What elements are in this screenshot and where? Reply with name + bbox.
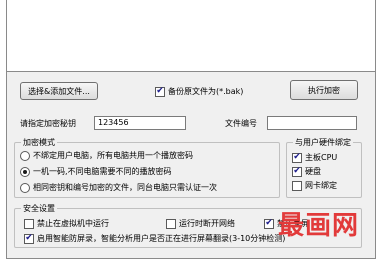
hardware-bind-title: 与用户硬件绑定 <box>293 137 353 148</box>
bind-disk-check-box[interactable]: ✔ <box>292 166 302 177</box>
password-label: 请指定加密秘钥 <box>20 119 76 128</box>
bind-nic-checkbox[interactable]: 网卡绑定 <box>292 180 337 191</box>
no-network-label: 运行时断开网络 <box>179 219 235 228</box>
no-vm-checkbox[interactable]: 禁止在虚拟机中运行 <box>24 218 109 229</box>
no-vm-check-box[interactable] <box>24 218 34 229</box>
bind-cpu-checkbox[interactable]: ✔ 主板CPU <box>292 152 337 163</box>
no-network-checkbox[interactable]: 运行时断开网络 <box>166 218 235 229</box>
password-field[interactable]: 123456 <box>94 116 186 130</box>
bind-disk-checkbox[interactable]: ✔ 硬盘 <box>292 166 321 177</box>
mode-option-label: 一机一码,不同电脑需要不同的播放密码 <box>33 167 172 176</box>
file-number-label: 文件编号 <box>225 119 257 128</box>
window-blank-area <box>6 0 376 72</box>
smart-anti-record-check-box[interactable]: ✔ <box>24 233 34 244</box>
mode-option-same-key[interactable]: 相同密钥和编号加密的文件，同台电脑只需认证一次 <box>20 182 217 193</box>
file-number-field[interactable] <box>267 116 357 130</box>
backup-checkbox[interactable]: ✔ 备份原文件为(*.bak) <box>155 86 243 97</box>
bind-item-label: 硬盘 <box>305 167 321 176</box>
mode-radio-shared[interactable] <box>20 150 30 161</box>
mode-option-shared[interactable]: 不绑定用户电脑，所有电脑共用一个播放密码 <box>20 150 193 161</box>
bind-item-label: 主板CPU <box>305 153 338 162</box>
extra-security-check-box[interactable]: ✔ <box>264 218 274 229</box>
no-vm-label: 禁止在虚拟机中运行 <box>37 219 109 228</box>
mode-option-per-machine[interactable]: 一机一码,不同电脑需要不同的播放密码 <box>20 166 172 177</box>
no-network-check-box[interactable] <box>166 218 176 229</box>
mode-radio-same-key[interactable] <box>20 182 30 193</box>
mode-radio-per-machine[interactable] <box>20 166 30 177</box>
mode-option-label: 相同密钥和编号加密的文件，同台电脑只需认证一次 <box>33 183 217 192</box>
security-title: 安全设置 <box>21 203 57 214</box>
site-watermark: 最画网 <box>278 211 360 241</box>
bind-cpu-check-box[interactable]: ✔ <box>292 152 302 163</box>
mode-option-label: 不绑定用户电脑，所有电脑共用一个播放密码 <box>33 151 193 160</box>
backup-label: 备份原文件为(*.bak) <box>168 87 244 96</box>
bind-item-label: 网卡绑定 <box>305 181 337 190</box>
smart-anti-record-label: 启用智能防屏录，智能分析用户是否正在进行屏幕翻录(3-10分钟检测) <box>37 234 286 243</box>
backup-check-box[interactable]: ✔ <box>155 86 165 97</box>
smart-anti-record-checkbox[interactable]: ✔ 启用智能防屏录，智能分析用户是否正在进行屏幕翻录(3-10分钟检测) <box>24 233 285 244</box>
bind-nic-check-box[interactable] <box>292 180 302 191</box>
encrypt-mode-title: 加密模式 <box>21 137 57 148</box>
select-add-files-button[interactable]: 选择&添加文件... <box>20 82 98 100</box>
execute-encrypt-button[interactable]: 执行加密 <box>290 80 358 100</box>
